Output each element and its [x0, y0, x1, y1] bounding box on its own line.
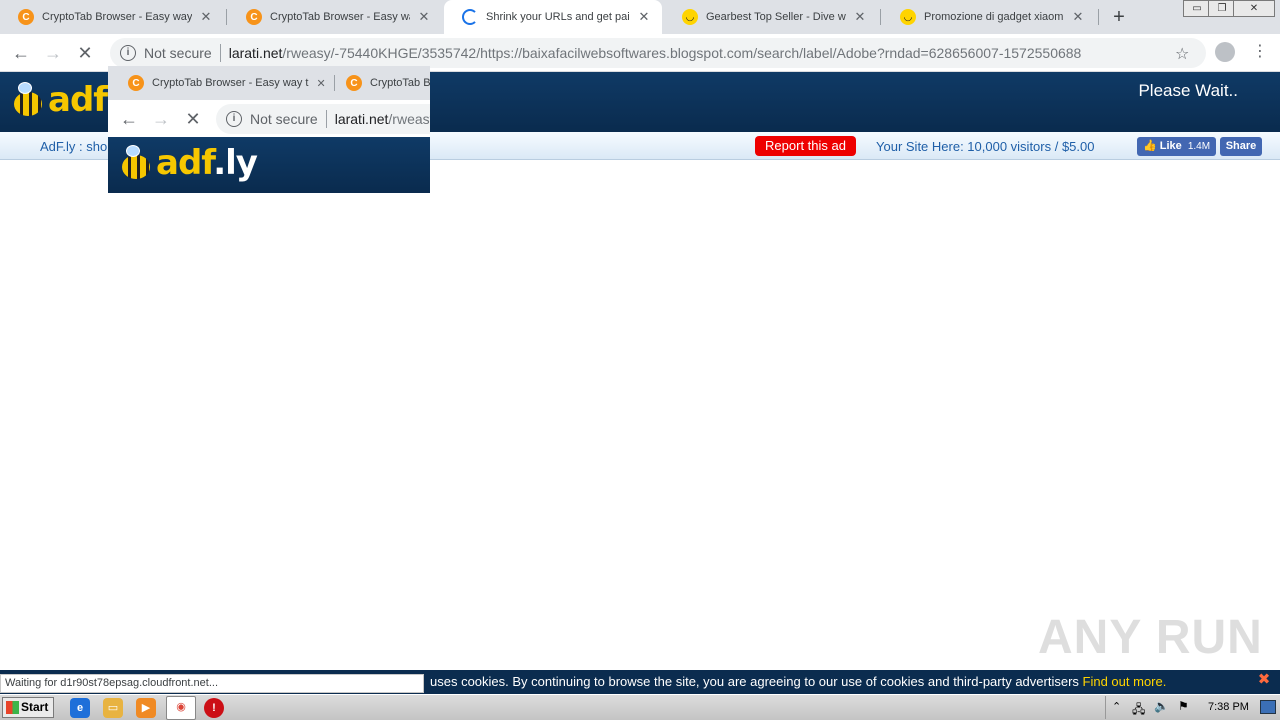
- action-center-flag-icon[interactable]: ⚑: [1178, 699, 1189, 713]
- adfly-home-link[interactable]: AdF.ly : sho: [40, 139, 107, 154]
- tab-title: Promozione di gadget xiaomi fino: [924, 11, 1064, 23]
- tab-separator: [226, 9, 227, 25]
- nested-address-bar[interactable]: i Not secure larati.net /rweasy: [216, 104, 430, 134]
- opera-icon[interactable]: !: [204, 698, 224, 718]
- info-icon[interactable]: i: [120, 45, 136, 61]
- facebook-like-button[interactable]: 👍 Like 1.4M: [1137, 137, 1216, 156]
- stop-loading-button[interactable]: ✕: [180, 106, 206, 132]
- tab-cryptotab-1[interactable]: C CryptoTab Browser - Easy way t ✕: [0, 0, 224, 34]
- please-wait-text: Please Wait..: [1138, 81, 1238, 100]
- chrome-icon[interactable]: ◉: [166, 696, 196, 720]
- menu-dots-icon[interactable]: ⋮: [1252, 42, 1268, 62]
- find-out-more-link[interactable]: Find out more.: [1083, 674, 1167, 689]
- anyrun-watermark: ANY RUN: [1038, 611, 1263, 664]
- forward-button[interactable]: →: [40, 40, 66, 66]
- new-tab-button[interactable]: +: [1108, 6, 1130, 28]
- tab-separator: [1098, 9, 1099, 25]
- logo-text: adf: [48, 80, 108, 120]
- windows-taskbar: Start e ▭ ▶ ◉ ! ⌃ 🖧 🔈 ⚑ 7:38 PM: [0, 694, 1280, 720]
- close-icon[interactable]: ✕: [198, 9, 214, 25]
- advertise-link[interactable]: Your Site Here: 10,000 visitors / $5.00: [876, 139, 1094, 154]
- tab-title: CryptoTab Browser - Easy way t: [270, 11, 410, 23]
- network-icon[interactable]: 🖧: [1132, 700, 1145, 721]
- taskbar-clock[interactable]: 7:38 PM: [1208, 701, 1249, 713]
- url-host: larati.net: [228, 45, 283, 61]
- close-icon[interactable]: ✕: [416, 9, 432, 25]
- omnibox-divider: [219, 44, 221, 62]
- tab-title: CryptoTab Browser - Easy way t: [152, 77, 309, 89]
- security-label: Not secure: [250, 111, 318, 127]
- tab-title: Shrink your URLs and get paid!: [486, 11, 630, 23]
- security-label: Not secure: [144, 45, 212, 61]
- close-icon[interactable]: ✕: [1070, 9, 1086, 25]
- nested-tab-2[interactable]: C CryptoTab B: [346, 66, 430, 100]
- start-button[interactable]: Start: [2, 697, 54, 718]
- url-host: larati.net: [334, 111, 389, 127]
- address-bar[interactable]: i Not secure larati.net /rweasy/-75440KH…: [110, 38, 1206, 68]
- profile-avatar[interactable]: [1215, 42, 1235, 62]
- show-hidden-icons-icon[interactable]: ⌃: [1112, 700, 1121, 713]
- tab-title: CryptoTab Browser - Easy way t: [42, 11, 192, 23]
- nested-browser-window: C CryptoTab Browser - Easy way t ✕ C Cry…: [108, 66, 430, 193]
- cryptotab-icon: C: [128, 75, 144, 91]
- tab-promozione[interactable]: ◡ Promozione di gadget xiaomi fino ✕: [882, 0, 1096, 34]
- cookie-close-icon[interactable]: ✖: [1256, 672, 1272, 688]
- start-label: Start: [21, 700, 49, 714]
- gearbest-icon: ◡: [682, 9, 698, 25]
- tab-strip: C CryptoTab Browser - Easy way t ✕ C Cry…: [0, 0, 1280, 34]
- folder-icon[interactable]: ▭: [103, 698, 123, 718]
- url-path: /rweasy: [388, 111, 430, 127]
- cookie-text: uses cookies. By continuing to browse th…: [430, 674, 1167, 689]
- forward-button[interactable]: →: [148, 106, 174, 132]
- windows-flag-icon: [6, 701, 19, 714]
- like-count: 1.4M: [1187, 141, 1211, 152]
- like-label: Like: [1159, 140, 1182, 152]
- bee-icon: [10, 82, 44, 118]
- loading-spinner-icon: [462, 9, 478, 25]
- thumbs-up-icon: 👍: [1143, 140, 1157, 152]
- omnibox-divider: [325, 110, 327, 128]
- volume-icon[interactable]: 🔈: [1154, 699, 1169, 713]
- tab-cryptotab-2[interactable]: C CryptoTab Browser - Easy way t ✕: [228, 0, 442, 34]
- stop-loading-button[interactable]: ✕: [72, 40, 98, 66]
- close-icon[interactable]: ✕: [636, 9, 652, 25]
- nested-tab-strip: C CryptoTab Browser - Easy way t ✕ C Cry…: [108, 66, 430, 100]
- cryptotab-icon: C: [346, 75, 362, 91]
- status-bubble: Waiting for d1r90st78epsag.cloudfront.ne…: [0, 674, 424, 693]
- report-ad-button[interactable]: Report this ad: [755, 136, 856, 156]
- tab-separator: [880, 9, 881, 25]
- facebook-share-button[interactable]: Share: [1220, 137, 1262, 156]
- close-icon[interactable]: ✕: [317, 77, 326, 90]
- nested-tab-1[interactable]: C CryptoTab Browser - Easy way t ✕: [128, 66, 328, 100]
- tab-title: Gearbest Top Seller - Dive with t: [706, 11, 846, 23]
- back-button[interactable]: ←: [8, 40, 34, 66]
- system-tray: ⌃ 🖧 🔈 ⚑: [1105, 696, 1280, 719]
- adfly-logo[interactable]: adf: [10, 80, 108, 120]
- internet-explorer-icon[interactable]: e: [70, 698, 90, 718]
- cryptotab-icon: C: [246, 9, 262, 25]
- tab-gearbest[interactable]: ◡ Gearbest Top Seller - Dive with t ✕: [664, 0, 878, 34]
- tab-separator: [334, 75, 335, 91]
- bookmark-star-icon[interactable]: ☆: [1175, 44, 1189, 64]
- url-path: /rweasy/-75440KHGE/3535742/https://baixa…: [282, 45, 1082, 61]
- cryptotab-icon: C: [18, 9, 34, 25]
- logo-text: adf.ly: [156, 143, 258, 183]
- tab-title: CryptoTab B: [370, 77, 430, 89]
- info-icon[interactable]: i: [226, 111, 242, 127]
- gearbest-icon: ◡: [900, 9, 916, 25]
- back-button[interactable]: ←: [116, 106, 142, 132]
- close-icon[interactable]: ✕: [852, 9, 868, 25]
- media-player-icon[interactable]: ▶: [136, 698, 156, 718]
- show-desktop-icon[interactable]: [1260, 700, 1276, 714]
- minimize-button[interactable]: ▭: [1183, 0, 1211, 17]
- adfly-logo: adf.ly: [118, 143, 258, 183]
- window-close-button[interactable]: ✕: [1233, 0, 1275, 17]
- nested-adfly-header: adf.ly: [108, 137, 430, 193]
- nested-toolbar: ← → ✕ i Not secure larati.net /rweasy: [108, 100, 430, 137]
- restore-button[interactable]: ❐: [1208, 0, 1236, 17]
- bee-icon: [118, 145, 152, 181]
- tab-adfly-active[interactable]: Shrink your URLs and get paid! ✕: [444, 0, 662, 34]
